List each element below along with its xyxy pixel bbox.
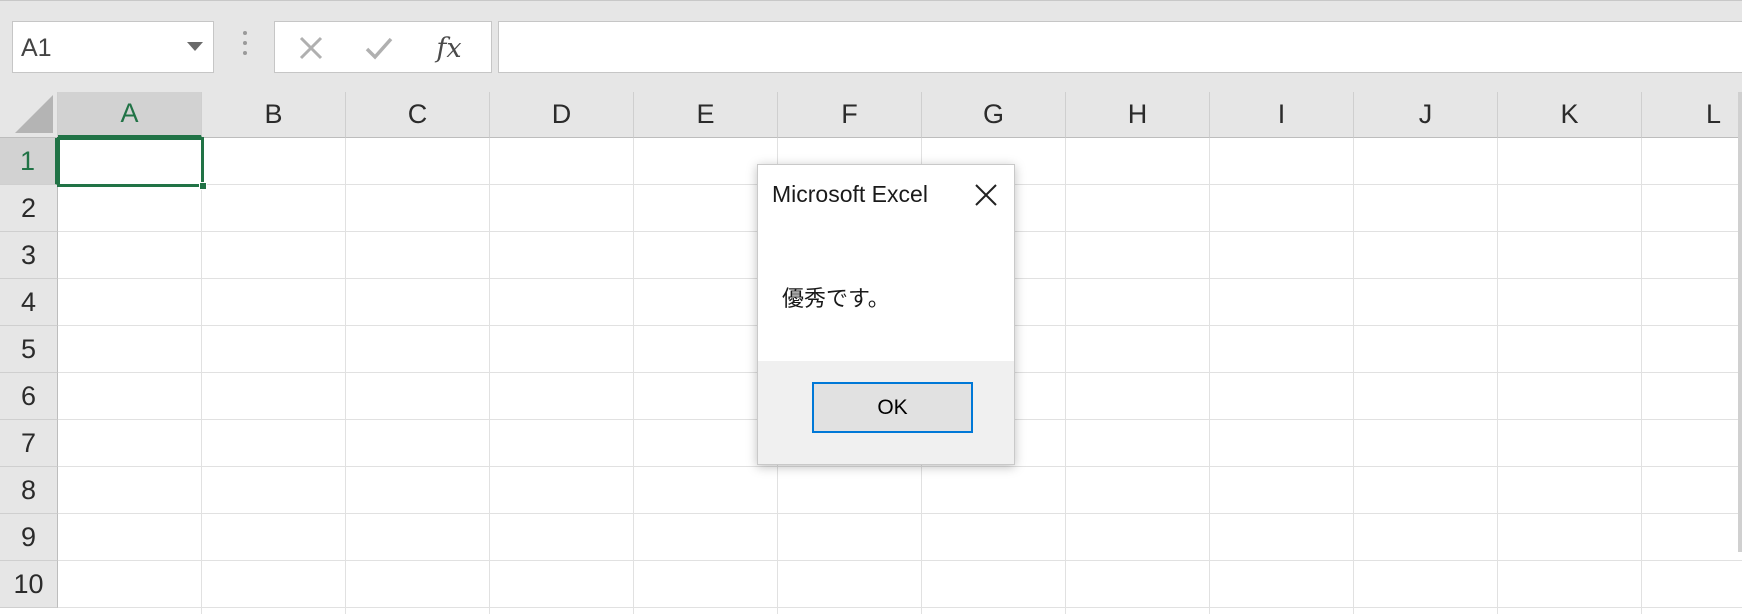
formula-bar: A1 fx xyxy=(0,0,1742,92)
row-gridline xyxy=(58,560,1742,561)
column-gridline xyxy=(345,138,346,614)
message-dialog: Microsoft Excel 優秀です。 OK xyxy=(757,164,1015,465)
check-icon xyxy=(365,37,393,60)
column-gridline xyxy=(1065,138,1066,614)
column-header-f[interactable]: F xyxy=(778,92,922,138)
close-icon[interactable] xyxy=(970,179,1002,211)
row-gridline xyxy=(58,513,1742,514)
row-header-5[interactable]: 5 xyxy=(0,326,58,373)
active-cell-a1[interactable] xyxy=(57,137,207,190)
insert-function-button[interactable]: fx xyxy=(429,30,469,66)
select-all-icon xyxy=(15,95,53,133)
formula-buttons: fx xyxy=(274,21,492,73)
column-gridline xyxy=(1497,138,1498,614)
row-header-6[interactable]: 6 xyxy=(0,373,58,420)
column-gridline xyxy=(1641,138,1642,614)
column-header-i[interactable]: I xyxy=(1210,92,1354,138)
column-header-g[interactable]: G xyxy=(922,92,1066,138)
formula-input[interactable] xyxy=(498,21,1742,73)
column-header-j[interactable]: J xyxy=(1354,92,1498,138)
chevron-down-icon[interactable] xyxy=(187,42,203,51)
column-header-h[interactable]: H xyxy=(1066,92,1210,138)
column-header-e[interactable]: E xyxy=(634,92,778,138)
column-header-k[interactable]: K xyxy=(1498,92,1642,138)
column-header-d[interactable]: D xyxy=(490,92,634,138)
row-gridline xyxy=(58,607,1742,608)
close-icon xyxy=(299,36,323,60)
grip-icon[interactable] xyxy=(238,31,252,61)
dialog-footer: OK xyxy=(758,361,1014,464)
dialog-title: Microsoft Excel xyxy=(772,181,928,207)
dialog-message: 優秀です。 xyxy=(782,287,890,312)
column-gridline xyxy=(1209,138,1210,614)
ok-button[interactable]: OK xyxy=(812,382,973,433)
row-header-10[interactable]: 10 xyxy=(0,561,58,608)
cancel-button[interactable] xyxy=(291,30,331,66)
row-header-4[interactable]: 4 xyxy=(0,279,58,326)
row-header-2[interactable]: 2 xyxy=(0,185,58,232)
column-header-l[interactable]: L xyxy=(1642,92,1742,138)
column-header-b[interactable]: B xyxy=(202,92,346,138)
vertical-scrollbar[interactable] xyxy=(1738,92,1742,552)
name-box[interactable]: A1 xyxy=(12,21,214,73)
row-header-9[interactable]: 9 xyxy=(0,514,58,561)
column-gridline xyxy=(633,138,634,614)
column-header-a[interactable]: A xyxy=(58,92,202,138)
column-header-c[interactable]: C xyxy=(346,92,490,138)
enter-button[interactable] xyxy=(359,30,399,66)
row-header-3[interactable]: 3 xyxy=(0,232,58,279)
row-header-7[interactable]: 7 xyxy=(0,420,58,467)
row-header-8[interactable]: 8 xyxy=(0,467,58,514)
row-gridline xyxy=(58,466,1742,467)
name-box-value: A1 xyxy=(21,34,52,62)
column-gridline xyxy=(489,138,490,614)
fill-handle[interactable] xyxy=(199,182,207,190)
row-header-1[interactable]: 1 xyxy=(0,138,58,185)
function-icon: fx xyxy=(436,32,462,64)
column-gridline xyxy=(201,138,202,614)
select-all-button[interactable] xyxy=(0,92,58,138)
column-gridline xyxy=(1353,138,1354,614)
